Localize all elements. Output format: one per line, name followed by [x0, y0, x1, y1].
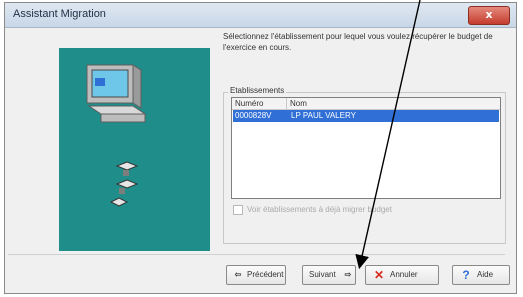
annotation-arrow-icon	[355, 0, 421, 270]
